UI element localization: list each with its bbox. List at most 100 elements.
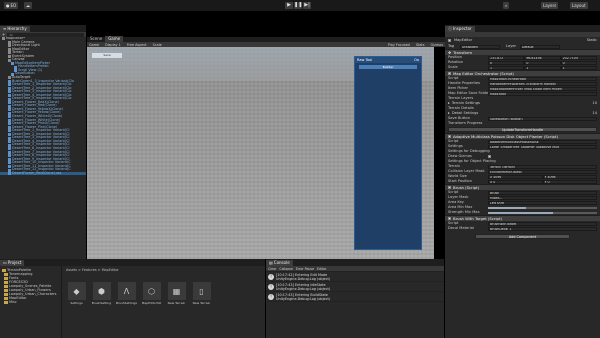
step-button[interactable]: ▶|	[303, 2, 311, 9]
poisson-script-field[interactable]: AdaptiveMulticlassPoissonDisk	[488, 139, 597, 144]
tag-dropdown[interactable]: Untagged	[460, 44, 500, 49]
search-button[interactable]: ⌕	[503, 2, 510, 9]
save-button-field[interactable]: SaveButton (Button)	[488, 116, 597, 121]
world-size-x[interactable]: X 4096	[488, 174, 543, 179]
poisson-settings-field[interactable]: Large_SmallerTree_Spawner (Adaptive Mult	[488, 144, 597, 149]
asset-item[interactable]: ⬢ BrushSetting	[91, 282, 112, 305]
error-pause-button[interactable]: Error Pause	[296, 267, 314, 271]
rotation-y[interactable]: 0	[524, 60, 561, 65]
position-y[interactable]: 96.81436	[524, 55, 561, 60]
static-toggle[interactable]: Static	[587, 38, 597, 43]
tab-console[interactable]: ▤ Console	[266, 260, 293, 266]
tab-scene[interactable]: Scene	[87, 36, 105, 42]
poisson-enabled-checkbox[interactable]	[448, 135, 451, 138]
field-value[interactable]: HandleItemProperties (Transform Handle)	[488, 81, 597, 86]
gizmos-button[interactable]: Gizmos	[431, 43, 444, 47]
aspect-dropdown[interactable]: Free Aspect	[127, 43, 147, 47]
folder-icon	[4, 276, 8, 280]
hierarchy-item[interactable]: DesertFlower_Red(Clone).sss	[0, 170, 86, 176]
gameobject-icon	[8, 118, 11, 122]
gameobject-icon	[8, 76, 11, 80]
gameobject-icon	[8, 168, 11, 172]
collapse-button[interactable]: Collapse	[279, 267, 293, 271]
brush-enabled-checkbox[interactable]	[448, 186, 451, 189]
gameobject-icon	[8, 157, 11, 161]
brush-layer-mask-dropdown[interactable]: Mixed...	[488, 195, 597, 200]
game-view-header: Scene Game Game Display 1 Free Aspect Sc…	[87, 36, 445, 47]
area-key-dropdown[interactable]: Left shift	[488, 200, 597, 205]
info-icon: !	[268, 274, 274, 280]
brush-target-script-field[interactable]: BrushWithTarget	[488, 221, 597, 226]
asset-item[interactable]: ▯ New Terrain	[191, 282, 212, 305]
viewport-save-button[interactable]: Save	[92, 53, 122, 58]
search-icon: ⌕	[505, 3, 508, 8]
layer-dropdown[interactable]: Default	[520, 44, 560, 49]
brush-target-enabled-checkbox[interactable]	[448, 217, 451, 220]
hierarchy-item-label: DesertFlower_Red(Clone).sss	[12, 170, 62, 175]
rotation-z[interactable]: 0	[560, 60, 597, 65]
play-focused-dropdown[interactable]: Play Focused	[388, 43, 410, 47]
scale-y[interactable]: 1	[524, 65, 561, 70]
gameobject-icon	[8, 154, 11, 158]
asset-item[interactable]: ▦ New Terrain	[166, 282, 187, 305]
gameobject-icon	[8, 164, 11, 168]
gameobject-icon	[8, 172, 11, 176]
asset-icon: ▯	[192, 282, 211, 300]
scale-z[interactable]: 1	[560, 65, 597, 70]
asset-item[interactable]: ◆ Settings	[66, 282, 87, 305]
editor-dropdown[interactable]: Editor	[317, 267, 326, 271]
add-component-button[interactable]: Add Component	[475, 234, 570, 239]
overlay-close-button[interactable]: Oo	[414, 57, 419, 63]
brush-script-field[interactable]: Brush	[488, 190, 597, 195]
console-log-entry[interactable]: ! [10:17:43] Entering BuildState UnityEngi…	[266, 292, 444, 302]
field-value[interactable]: MapEditorItemPicker (Map Editor Item Pic…	[488, 86, 597, 91]
object-name-field[interactable]: MapEditor	[454, 38, 587, 43]
display-dropdown[interactable]: Display 1	[105, 43, 121, 47]
log-stacktrace: UnityEngine.Debug:Log (object)	[276, 297, 331, 301]
layers-dropdown[interactable]: Layers	[541, 2, 559, 9]
asset-icon: Λ	[117, 282, 136, 300]
active-checkbox[interactable]	[448, 39, 451, 42]
start-position-y[interactable]: Y 0	[542, 179, 597, 184]
play-button[interactable]: ▶	[285, 2, 293, 9]
console-log-list: ! [10:17:42] Entering Edit Mode UnityEngin…	[266, 272, 444, 302]
asset-item[interactable]: Λ BrushSettings	[116, 282, 137, 305]
asset-item[interactable]: ⬡ MapEditorSO	[141, 282, 162, 305]
world-size-y[interactable]: Y 4096	[542, 174, 597, 179]
position-z[interactable]: 202.7104	[560, 55, 597, 60]
layout-dropdown[interactable]: Layout	[570, 2, 588, 9]
info-icon: !	[268, 294, 274, 300]
tab-inspector[interactable]: ⓘ Inspector	[445, 26, 475, 32]
account-button[interactable]: ● EO	[4, 2, 19, 9]
terrain-field[interactable]: Terrain (Terrain)	[488, 164, 597, 169]
field-value[interactable]: MapEditor	[488, 91, 597, 96]
gameobject-icon	[8, 150, 11, 154]
decal-material-field[interactable]: BrushDecal 1	[488, 226, 597, 231]
cloud-button[interactable]: ☁	[24, 2, 32, 9]
stats-button[interactable]: Stats	[416, 43, 425, 47]
collision-layer-dropdown[interactable]: Environment/Object	[488, 169, 597, 174]
console-log-entry[interactable]: ! [10:17:43] Entering IdleState UnityEngin…	[266, 282, 444, 292]
area-min-max-slider[interactable]	[488, 206, 597, 209]
tab-game[interactable]: Game	[105, 36, 124, 42]
project-folder[interactable]: Misc	[1, 300, 60, 304]
console-log-entry[interactable]: ! [10:17:42] Entering Edit Mode UnityEngin…	[266, 272, 444, 282]
info-icon: ⓘ	[448, 26, 452, 31]
inspector-header: ⓘ Inspector	[445, 25, 600, 38]
project-panel: ▭ Project TerrainPalette Tonemapping Fonts…	[0, 259, 265, 338]
orchestrator-enabled-checkbox[interactable]	[448, 72, 451, 75]
scale-x[interactable]: 1	[488, 65, 525, 70]
map-editor-overlay: Raw Tool Oo Builder	[354, 56, 422, 250]
draw-gizmos-checkbox[interactable]	[488, 155, 491, 158]
clear-button[interactable]: Clear	[268, 267, 276, 271]
update-transform-button[interactable]: UpdateTransformHandle	[448, 127, 597, 132]
overlay-builder-button[interactable]: Builder	[359, 65, 417, 69]
strength-min-max-slider[interactable]	[488, 211, 597, 214]
pause-button[interactable]: ❚❚	[294, 2, 302, 9]
hierarchy-search-input[interactable]: All	[7, 32, 84, 37]
field-value[interactable]: MapEditorOrchestrator	[488, 76, 597, 81]
position-x[interactable]: 131.872	[488, 55, 525, 60]
rotation-x[interactable]: 0	[488, 60, 525, 65]
start-position-x[interactable]: X 0	[488, 179, 543, 184]
asset-label: New Terrain	[192, 301, 211, 305]
